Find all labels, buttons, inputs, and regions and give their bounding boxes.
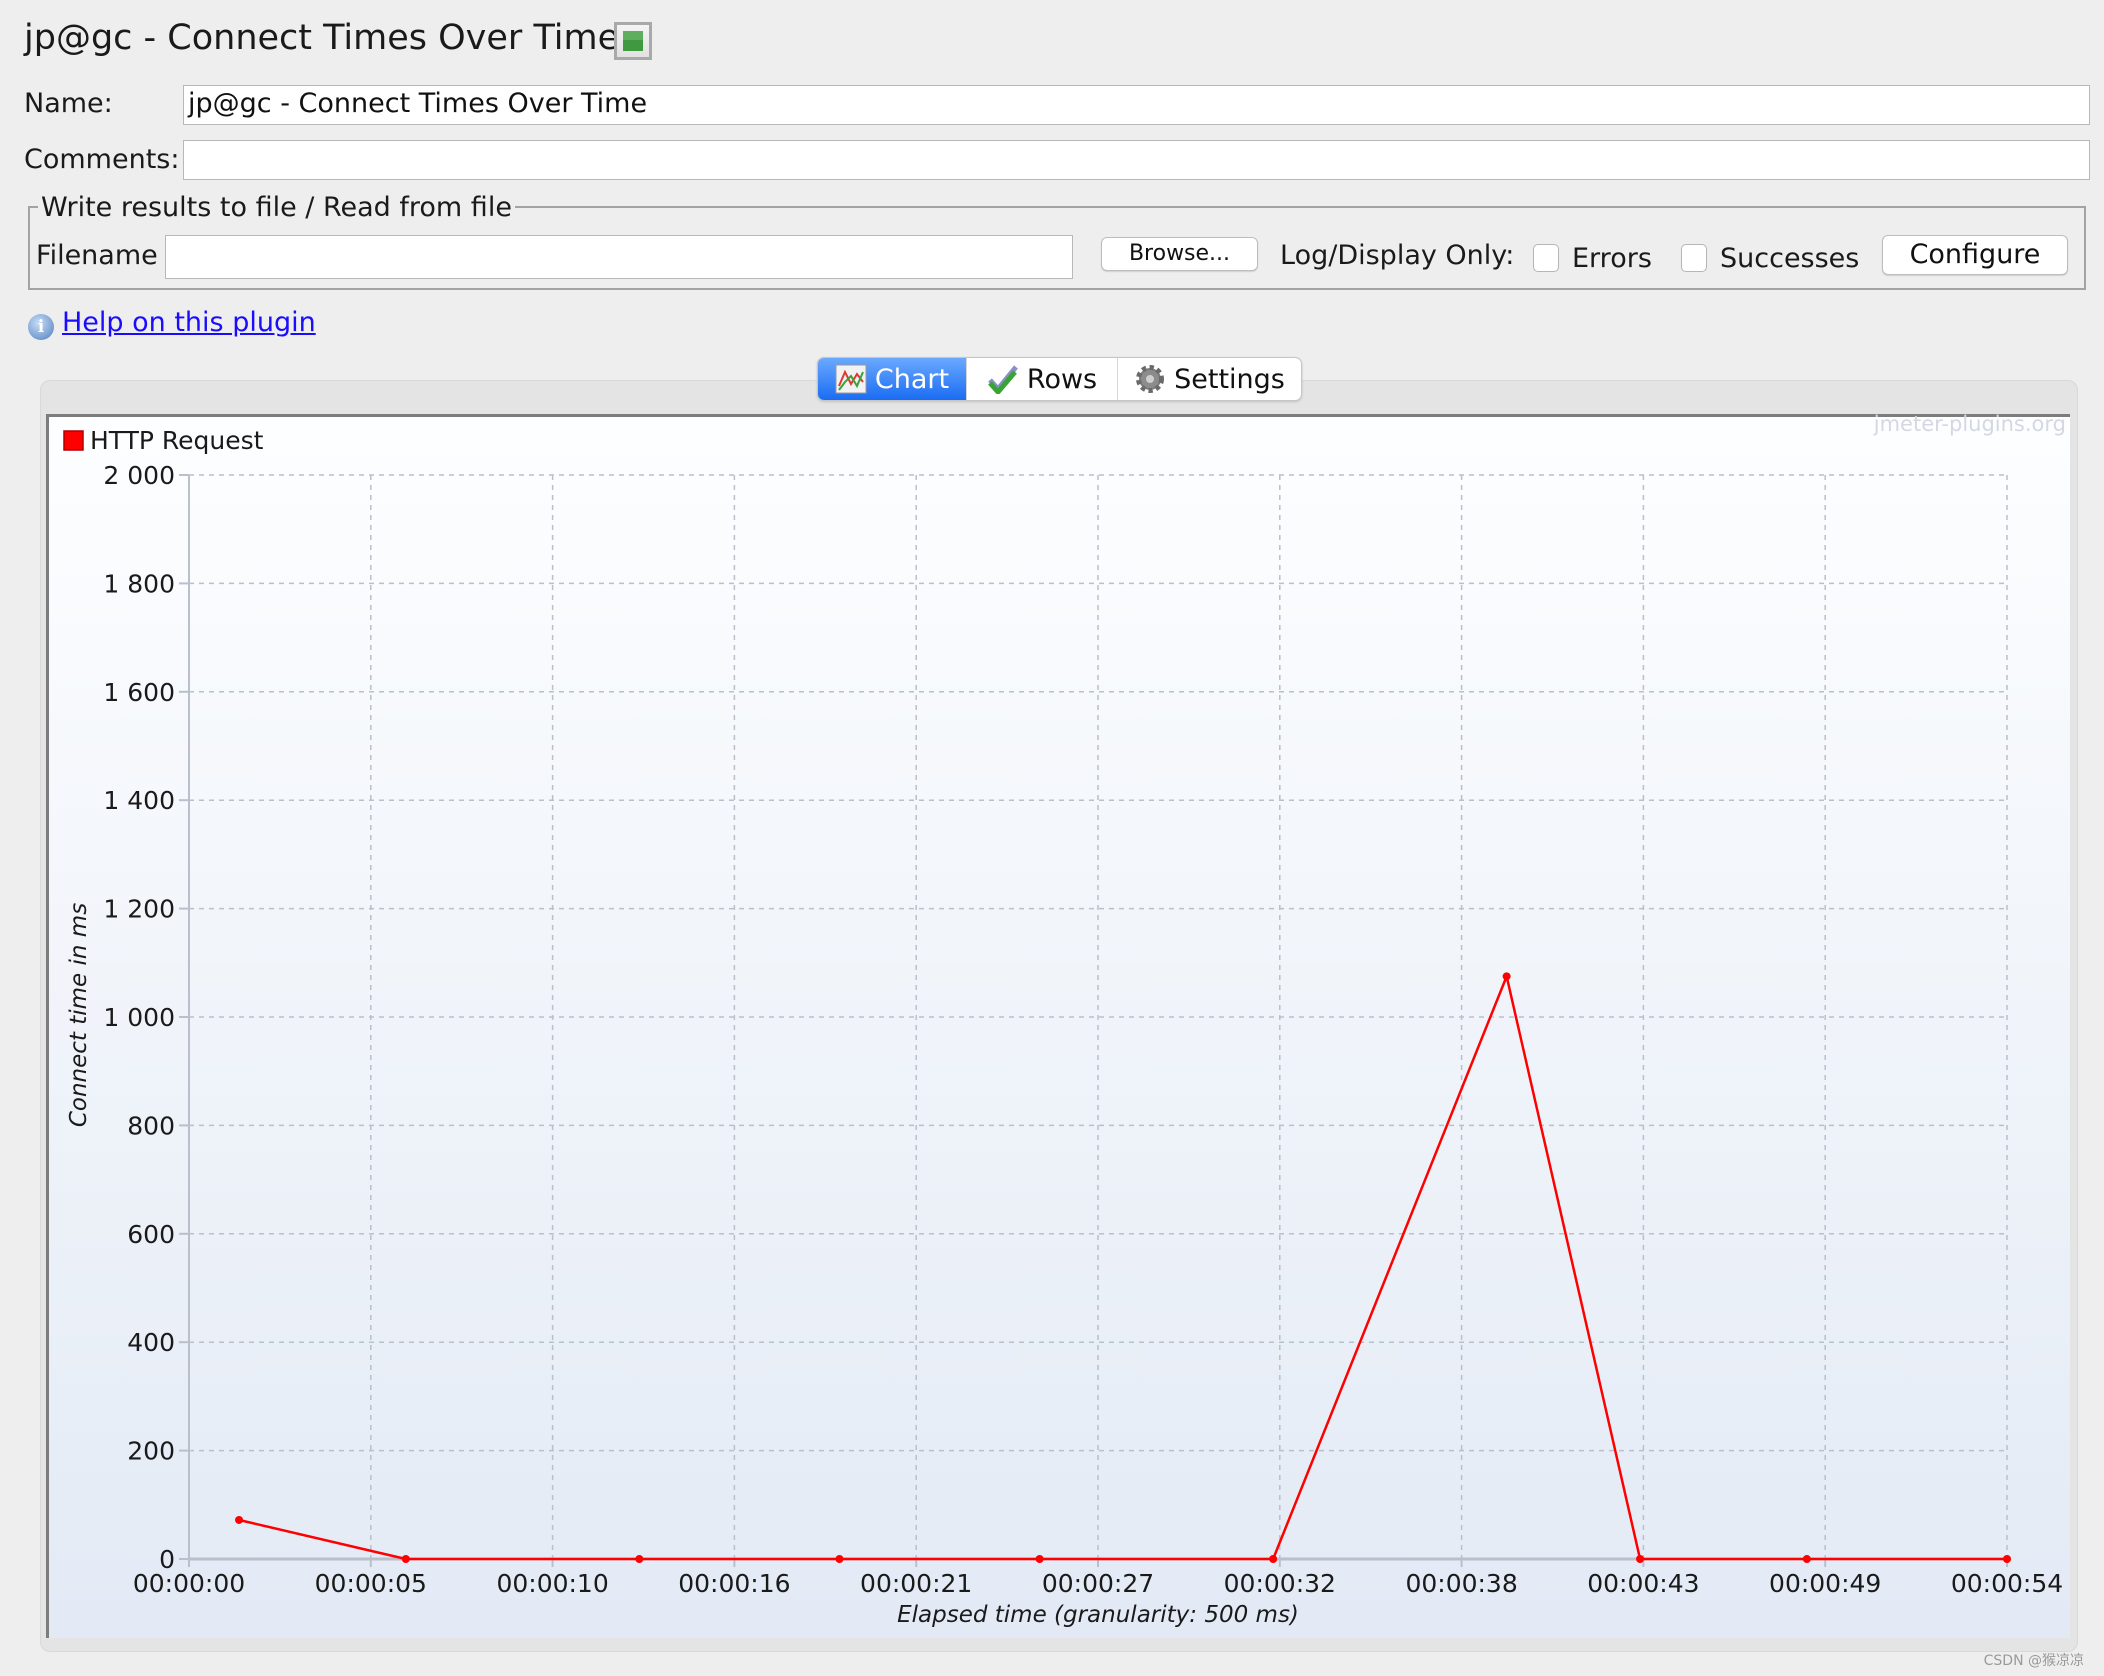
data-point — [2003, 1555, 2011, 1563]
x-axis-label: Elapsed time (granularity: 500 ms) — [897, 1602, 1299, 1628]
y-axis-label: Connect time in ms — [66, 903, 92, 1127]
data-point — [635, 1555, 644, 1563]
x-tick-label: 00:00:05 — [315, 1569, 427, 1598]
x-tick-label: 00:00:43 — [1587, 1569, 1699, 1598]
data-point — [1269, 1555, 1278, 1563]
series-line-http-request — [238, 972, 2007, 1561]
y-tick-label: 200 — [127, 1437, 175, 1466]
connect-times-chart: 02004006008001 0001 2001 4001 6001 8002 … — [63, 426, 2063, 1628]
x-tick-label: 00:00:32 — [1224, 1569, 1336, 1598]
data-point — [1802, 1555, 1811, 1563]
y-tick-label: 1 000 — [103, 1003, 175, 1032]
y-tick-label: 1 400 — [103, 786, 175, 815]
x-tick-label: 00:00:54 — [1951, 1569, 2063, 1598]
y-tick-label: 1 600 — [103, 678, 175, 707]
y-tick-label: 1 800 — [103, 569, 175, 598]
data-point — [1636, 1555, 1645, 1563]
x-tick-label: 00:00:10 — [496, 1569, 608, 1598]
y-tick-label: 1 200 — [103, 895, 175, 924]
data-point — [835, 1555, 844, 1563]
data-point — [401, 1555, 410, 1563]
x-tick-label: 00:00:16 — [678, 1569, 790, 1598]
x-tick-label: 00:00:21 — [860, 1569, 972, 1598]
data-point — [235, 1515, 244, 1524]
y-tick-label: 600 — [127, 1220, 175, 1249]
x-tick-label: 00:00:49 — [1769, 1569, 1881, 1598]
legend-label-http-request: HTTP Request — [90, 426, 264, 455]
x-tick-label: 00:00:27 — [1042, 1569, 1154, 1598]
y-tick-label: 800 — [127, 1111, 175, 1140]
footer-credit: CSDN @猴凉凉 — [1983, 1653, 2084, 1669]
x-tick-label: 00:00:38 — [1405, 1569, 1517, 1598]
x-tick-label: 00:00:00 — [133, 1569, 245, 1598]
legend-swatch-http-request — [63, 430, 84, 451]
y-tick-label: 400 — [127, 1328, 175, 1357]
y-tick-label: 2 000 — [103, 461, 175, 490]
data-point — [1035, 1555, 1044, 1563]
data-point — [1502, 972, 1511, 981]
